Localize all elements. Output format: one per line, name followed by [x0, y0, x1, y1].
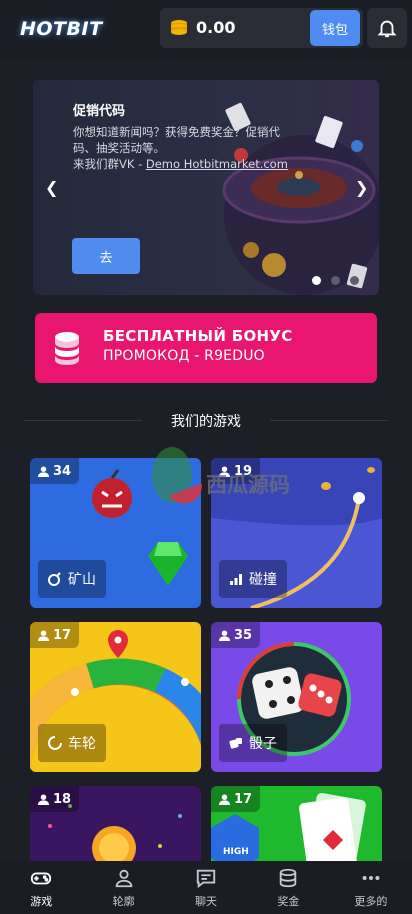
- carousel-dots: [312, 276, 359, 285]
- promo-banner[interactable]: 促销代码 你想知道新闻吗？获得免费奖金？促销代码、抽奖活动等。 来我们群VK -…: [33, 80, 379, 295]
- player-count-value: 35: [234, 627, 253, 643]
- high-badge: HIGH: [223, 847, 249, 857]
- game-label: 车轮: [38, 724, 106, 762]
- game-label: 碰撞: [219, 560, 287, 598]
- bonus-banner[interactable]: БЕСПЛАТНЫЙ БОНУС ПРОМОКОД - R9EDUO: [35, 313, 377, 383]
- nav-label: 聊天: [195, 894, 218, 908]
- watermelon-icon: [152, 447, 202, 504]
- divider: [270, 420, 388, 421]
- roulette-illustration: [222, 102, 379, 295]
- dice-icon: [229, 738, 242, 749]
- game-name: 骰子: [249, 736, 277, 752]
- games-section-header: 我们的游戏: [24, 408, 388, 432]
- player-count: 18: [30, 786, 80, 812]
- nav-item-games[interactable]: 游戏: [0, 861, 82, 914]
- nav-item-profile[interactable]: 轮廓: [82, 861, 164, 914]
- coins-stack-icon: [55, 332, 79, 365]
- player-count: 35: [211, 622, 261, 648]
- game-name: 车轮: [68, 736, 96, 752]
- banner-text: 你想知道新闻吗？获得免费奖金？促销代码、抽奖活动等。 来我们群VK - Demo…: [73, 124, 293, 172]
- player-count: 17: [30, 622, 80, 648]
- gamepad-icon: [31, 872, 52, 884]
- player-count-value: 17: [234, 791, 253, 807]
- game-label: 骰子: [219, 724, 287, 762]
- banner-link[interactable]: Demo Hotbitmarket.com: [146, 157, 288, 171]
- nav-label: 轮廓: [112, 894, 135, 908]
- carousel-dot[interactable]: [312, 276, 321, 285]
- player-count-value: 18: [53, 791, 72, 807]
- section-title: 我们的游戏: [171, 414, 241, 430]
- banner-line-1: 你想知道新闻吗？获得免费奖金？促销代码、抽奖活动等。: [73, 125, 280, 155]
- coin-icon: [171, 20, 187, 35]
- player-count-value: 34: [53, 463, 72, 479]
- user-icon: [115, 869, 132, 887]
- next-arrow-icon[interactable]: ❯: [355, 178, 368, 197]
- more-icon: [362, 875, 380, 880]
- nav-label: 奖金: [277, 894, 300, 908]
- bell-icon: [377, 20, 397, 38]
- game-label: 矿山: [38, 560, 106, 598]
- game-name: 矿山: [68, 572, 96, 588]
- banner-title: 促销代码: [73, 104, 126, 119]
- bottom-nav: 游戏 轮廓 聊天 奖金 更多的: [0, 861, 412, 914]
- chat-icon: [196, 869, 216, 888]
- bonus-title: БЕСПЛАТНЫЙ БОНУС: [103, 327, 293, 345]
- carousel-dot[interactable]: [350, 276, 359, 285]
- bonus-promo-code: ПРОМОКОД - R9EDUO: [103, 348, 265, 364]
- carousel-dot[interactable]: [331, 276, 340, 285]
- chart-up-icon: [230, 574, 242, 585]
- bomb-icon: [48, 572, 61, 586]
- watermark: 西瓜源码: [150, 445, 290, 520]
- spinner-icon: [48, 736, 62, 750]
- app-header: HOTBIT 0.00 钱包: [0, 0, 412, 58]
- nav-item-more[interactable]: 更多的: [330, 861, 412, 914]
- notifications-button[interactable]: [367, 8, 407, 48]
- game-card-dice[interactable]: 35 骰子: [211, 622, 382, 772]
- balance-box: 0.00 钱包: [160, 8, 363, 48]
- logo[interactable]: HOTBIT: [20, 18, 103, 40]
- banner-go-button[interactable]: 去: [72, 238, 140, 274]
- coins-icon: [280, 868, 297, 887]
- user-icon: [219, 793, 230, 805]
- banner-line-2-prefix: 来我们群VK -: [73, 157, 146, 171]
- nav-label: 游戏: [30, 894, 53, 908]
- user-icon: [38, 629, 49, 641]
- prev-arrow-icon[interactable]: ❮: [45, 178, 58, 197]
- player-count-value: 17: [53, 627, 72, 643]
- nav-label: 更多的: [354, 894, 388, 908]
- game-name: 碰撞: [249, 572, 277, 588]
- user-icon: [38, 465, 49, 477]
- game-card-wheel[interactable]: 17 车轮: [30, 622, 201, 772]
- user-icon: [38, 793, 49, 805]
- wallet-button[interactable]: 钱包: [310, 10, 360, 46]
- user-icon: [219, 629, 230, 641]
- nav-item-bonus[interactable]: 奖金: [247, 861, 329, 914]
- player-count: 17: [211, 786, 261, 812]
- nav-item-chat[interactable]: 聊天: [165, 861, 247, 914]
- balance-value: 0.00: [196, 18, 236, 37]
- player-count: 34: [30, 458, 80, 484]
- watermark-text: 西瓜源码: [206, 473, 290, 497]
